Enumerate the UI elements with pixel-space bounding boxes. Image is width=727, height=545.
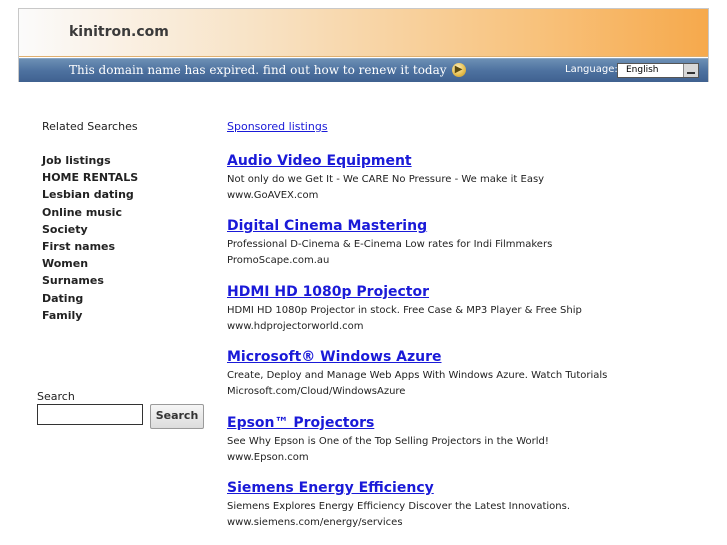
listing-title-link[interactable]: Microsoft® Windows Azure: [227, 348, 707, 366]
related-search-item[interactable]: Society: [42, 221, 202, 238]
sponsored-listing: Siemens Energy Efficiency Siemens Explor…: [227, 479, 707, 529]
header-info-bar: This domain name has expired. find out h…: [19, 58, 708, 82]
related-search-item[interactable]: Dating: [42, 290, 202, 307]
related-search-item[interactable]: Online music: [42, 204, 202, 221]
related-searches-title: Related Searches: [42, 120, 138, 133]
expired-notice-text[interactable]: This domain name has expired. find out h…: [69, 63, 447, 77]
listing-description: See Why Epson is One of the Top Selling …: [227, 436, 549, 447]
sponsored-listings-link[interactable]: Sponsored listings: [227, 120, 328, 133]
site-title: kinitron.com: [69, 24, 169, 40]
listing-description: Not only do we Get It - We CARE No Press…: [227, 174, 545, 185]
language-label: Language:: [565, 64, 618, 75]
listing-url[interactable]: PromoScape.com.au: [227, 254, 707, 267]
related-search-item[interactable]: Lesbian dating: [42, 186, 202, 203]
arrow-right-circle-icon[interactable]: ▶: [451, 62, 466, 77]
listing-url[interactable]: Microsoft.com/Cloud/WindowsAzure: [227, 385, 707, 398]
sponsored-listing: Epson™ Projectors See Why Epson is One o…: [227, 414, 707, 464]
listing-description: Create, Deploy and Manage Web Apps With …: [227, 370, 608, 381]
listing-title-link[interactable]: Epson™ Projectors: [227, 414, 707, 432]
expired-notice[interactable]: This domain name has expired. find out h…: [69, 62, 466, 78]
header-top-band: kinitron.com: [19, 9, 708, 57]
related-search-item[interactable]: Family: [42, 307, 202, 324]
related-search-item[interactable]: HOME RENTALS: [42, 169, 202, 186]
listing-url[interactable]: www.GoAVEX.com: [227, 189, 707, 202]
listing-description: Professional D-Cinema & E-Cinema Low rat…: [227, 239, 553, 250]
related-search-item[interactable]: First names: [42, 238, 202, 255]
dropdown-arrow-icon[interactable]: [683, 64, 698, 77]
search-input[interactable]: [37, 404, 143, 425]
related-search-item[interactable]: Women: [42, 255, 202, 272]
language-selected-value[interactable]: English: [626, 65, 659, 75]
listing-description: HDMI HD 1080p Projector in stock. Free C…: [227, 305, 582, 316]
listing-title-link[interactable]: Siemens Energy Efficiency: [227, 479, 707, 497]
related-searches-list: Job listings HOME RENTALS Lesbian dating…: [42, 152, 202, 324]
listing-url[interactable]: www.siemens.com/energy/services: [227, 516, 707, 529]
search-label: Search: [37, 390, 75, 403]
related-search-item[interactable]: Job listings: [42, 152, 202, 169]
listing-title-link[interactable]: Digital Cinema Mastering: [227, 217, 707, 235]
sponsored-listing: HDMI HD 1080p Projector HDMI HD 1080p Pr…: [227, 283, 707, 333]
sponsored-listing: Microsoft® Windows Azure Create, Deploy …: [227, 348, 707, 398]
sponsored-listing: Audio Video Equipment Not only do we Get…: [227, 152, 707, 202]
listing-url[interactable]: www.Epson.com: [227, 451, 707, 464]
related-search-item[interactable]: Surnames: [42, 272, 202, 289]
search-button[interactable]: Search: [150, 404, 204, 429]
listing-description: Siemens Explores Energy Efficiency Disco…: [227, 501, 571, 512]
site-header: kinitron.com This domain name has expire…: [18, 8, 709, 82]
listing-title-link[interactable]: Audio Video Equipment: [227, 152, 707, 170]
listing-url[interactable]: www.hdprojectorworld.com: [227, 320, 707, 333]
sponsored-listing: Digital Cinema Mastering Professional D-…: [227, 217, 707, 267]
language-select[interactable]: English: [617, 63, 699, 78]
listing-title-link[interactable]: HDMI HD 1080p Projector: [227, 283, 707, 301]
